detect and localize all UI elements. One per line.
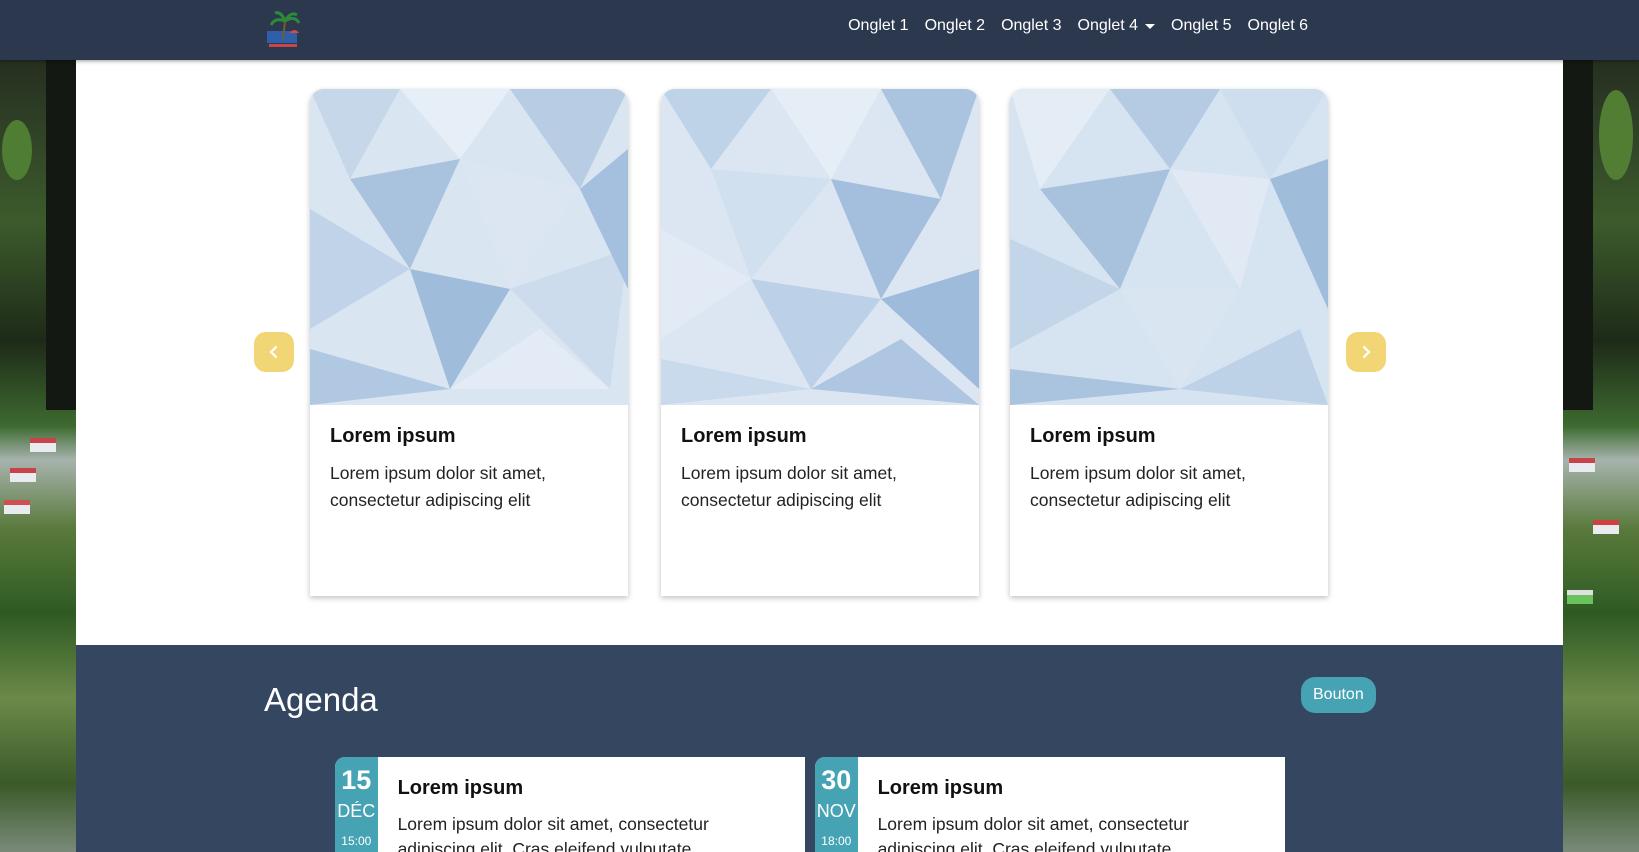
- nav-tab-label: Onglet 2: [924, 17, 986, 34]
- nav-tab-4-dropdown[interactable]: Onglet 4: [1077, 17, 1156, 35]
- carousel-card[interactable]: Lorem ipsum Lorem ipsum dolor sit amet, …: [310, 89, 628, 596]
- event-day: 15: [341, 765, 372, 795]
- agenda-event[interactable]: 30 NOV 18:00 Lorem ipsum Lorem ipsum dol…: [815, 757, 1285, 852]
- event-time: 15:00: [341, 834, 372, 848]
- nav-tab-label: Onglet 4: [1077, 17, 1139, 34]
- top-navbar: Onglet 1 Onglet 2 Onglet 3 Onglet 4 Ongl…: [0, 0, 1639, 60]
- event-date-badge: 15 DÉC 15:00: [335, 757, 378, 852]
- card-image: [1010, 89, 1328, 405]
- card-image: [661, 89, 979, 405]
- event-text: Lorem ipsum dolor sit amet, consectetur …: [877, 814, 1189, 852]
- event-title: Lorem ipsum: [877, 777, 1004, 799]
- event-month: NOV: [816, 801, 856, 821]
- agenda-button[interactable]: Bouton: [1301, 677, 1376, 713]
- nav-tab-1[interactable]: Onglet 1: [848, 17, 908, 35]
- chevron-left-icon: [269, 345, 278, 359]
- nav-tab-label: Onglet 6: [1247, 17, 1308, 34]
- house: [1567, 590, 1593, 604]
- nav-tab-6[interactable]: Onglet 6: [1248, 17, 1308, 35]
- event-day: 30: [821, 765, 852, 795]
- nav-menu: Onglet 1 Onglet 2 Onglet 3 Onglet 4 Ongl…: [848, 17, 1308, 35]
- card-text: Lorem ipsum dolor sit amet, consectetur …: [681, 463, 897, 510]
- palm-tree-logo-icon: [267, 11, 301, 47]
- card-image: [310, 89, 628, 405]
- nav-tab-label: Onglet 3: [1001, 17, 1062, 34]
- caret-down-icon: [1145, 23, 1156, 29]
- nav-tab-5[interactable]: Onglet 5: [1171, 17, 1231, 35]
- background-scenery-right: [1563, 0, 1639, 852]
- nav-tab-2[interactable]: Onglet 2: [925, 17, 985, 35]
- agenda-section: Agenda Bouton 15 DÉC 15:00 Lorem ipsum L…: [76, 645, 1563, 852]
- house: [30, 438, 56, 452]
- card-text: Lorem ipsum dolor sit amet, consectetur …: [330, 463, 546, 510]
- card-title: Lorem ipsum: [681, 425, 807, 447]
- agenda-title: Agenda: [264, 681, 378, 718]
- foliage: [1599, 90, 1633, 180]
- house: [1569, 458, 1595, 472]
- card-title: Lorem ipsum: [330, 425, 456, 447]
- card-text: Lorem ipsum dolor sit amet, consectetur …: [1030, 463, 1246, 510]
- carousel-next-button[interactable]: [1346, 332, 1386, 372]
- house: [10, 468, 36, 482]
- stone-pillar: [46, 0, 76, 410]
- carousel-card[interactable]: Lorem ipsum Lorem ipsum dolor sit amet, …: [661, 89, 979, 596]
- agenda-event[interactable]: 15 DÉC 15:00 Lorem ipsum Lorem ipsum dol…: [335, 757, 805, 852]
- chevron-right-icon: [1362, 345, 1371, 359]
- house: [1593, 520, 1619, 534]
- nav-tab-3[interactable]: Onglet 3: [1001, 17, 1061, 35]
- carousel-card[interactable]: Lorem ipsum Lorem ipsum dolor sit amet, …: [1010, 89, 1328, 596]
- nav-tab-label: Onglet 1: [848, 17, 909, 34]
- stone-pillar: [1563, 0, 1593, 410]
- foliage: [2, 120, 32, 180]
- event-date-badge: 30 NOV 18:00: [815, 757, 858, 852]
- house: [4, 500, 30, 514]
- nav-tab-label: Onglet 5: [1171, 17, 1232, 34]
- event-text: Lorem ipsum dolor sit amet, consectetur …: [397, 814, 709, 852]
- background-scenery-left: [0, 0, 76, 852]
- carousel-prev-button[interactable]: [254, 332, 294, 372]
- event-title: Lorem ipsum: [397, 777, 524, 799]
- site-logo[interactable]: [263, 9, 305, 51]
- card-title: Lorem ipsum: [1030, 425, 1156, 447]
- event-time: 18:00: [821, 834, 852, 848]
- event-month: DÉC: [337, 801, 376, 821]
- carousel-section: Lorem ipsum Lorem ipsum dolor sit amet, …: [76, 60, 1563, 645]
